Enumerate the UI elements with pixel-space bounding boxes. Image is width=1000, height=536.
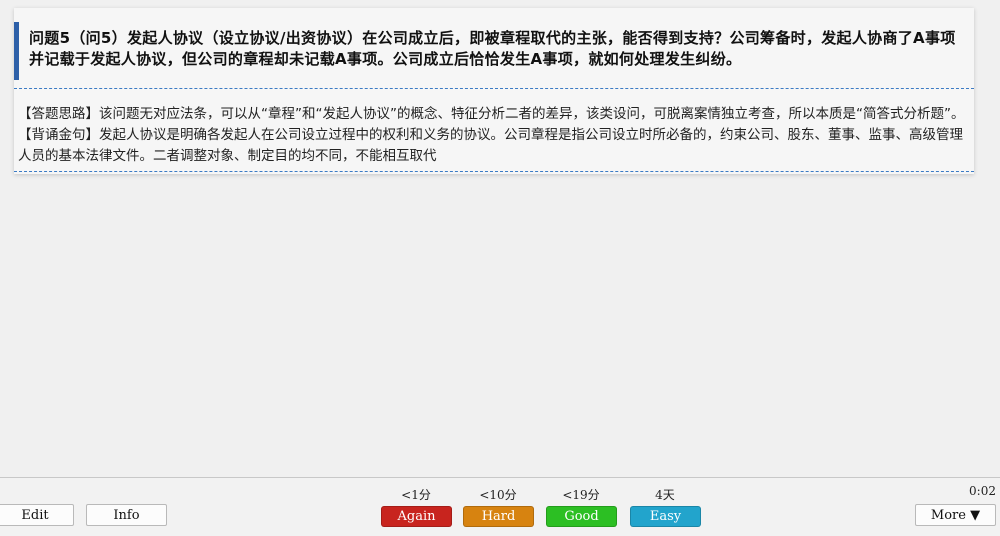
easy-interval: 4天 [655, 488, 675, 502]
good-button[interactable]: Good [546, 506, 617, 527]
divider [14, 88, 974, 89]
flashcard: 问题5（问5）发起人协议（设立协议/出资协议）在公司成立后，即被章程取代的主张，… [14, 8, 974, 174]
more-button[interactable]: More ▼ [915, 504, 996, 526]
answer-text: 【答题思路】该问题无对应法条，可以从“章程”和“发起人协议”的概念、特征分析二者… [18, 106, 965, 164]
review-bottom-bar: Edit Info <1分 <10分 <19分 4天 Again Hard Go… [0, 477, 1000, 536]
info-button[interactable]: Info [86, 504, 167, 526]
question-text: 问题5（问5）发起人协议（设立协议/出资协议）在公司成立后，即被章程取代的主张，… [14, 22, 974, 80]
divider [14, 171, 974, 172]
again-interval: <1分 [401, 488, 431, 502]
hard-interval: <10分 [479, 488, 517, 502]
hard-button[interactable]: Hard [463, 506, 534, 527]
edit-button[interactable]: Edit [0, 504, 74, 526]
review-timer: 0:02 [969, 484, 996, 498]
easy-button[interactable]: Easy [630, 506, 701, 527]
good-interval: <19分 [562, 488, 600, 502]
again-button[interactable]: Again [381, 506, 452, 527]
